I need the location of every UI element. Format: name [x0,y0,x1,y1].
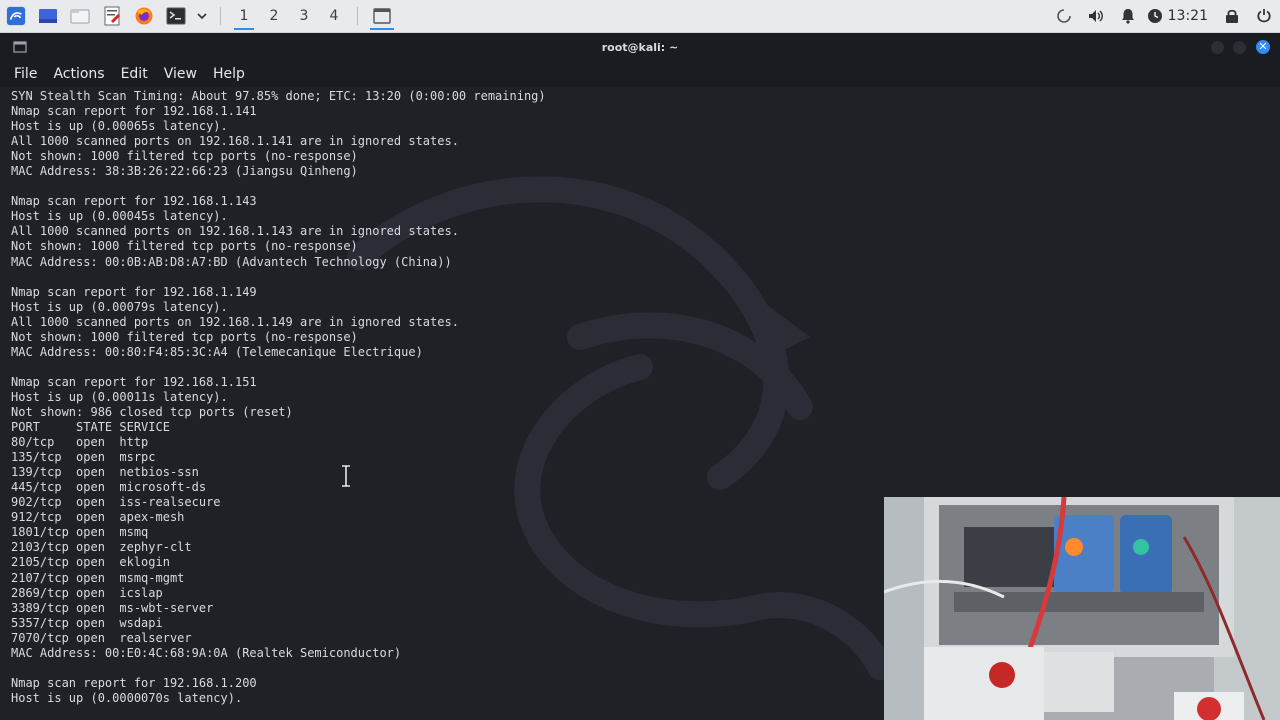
active-window-indicator [370,28,394,30]
bell-icon [1118,6,1138,26]
launcher-dropdown-button[interactable] [192,0,212,32]
menu-bar: File Actions Edit View Help [0,61,1280,87]
terminal-line: PORT STATE SERVICE [11,420,170,435]
taskbar-window-terminal[interactable] [366,0,398,32]
clock-widget[interactable] [1144,0,1166,32]
workspace-4[interactable]: 4 [319,0,349,32]
volume-control[interactable] [1080,0,1112,32]
workspace-3[interactable]: 3 [289,0,319,32]
terminal-line: MAC Address: 00:80:F4:85:3C:A4 (Telemeca… [11,344,423,359]
taskbar-separator [357,7,358,25]
terminal-line: All 1000 scanned ports on 192.168.1.141 … [11,134,459,149]
network-status[interactable] [1048,0,1080,32]
terminal-line: All 1000 scanned ports on 192.168.1.149 … [11,314,459,329]
terminal-window-icon [372,6,392,26]
volume-icon [1086,6,1106,26]
maximize-button[interactable] [1233,41,1246,54]
menu-file[interactable]: File [14,66,37,82]
kali-menu-icon [6,6,26,26]
firefox-button[interactable] [128,0,160,32]
workspace-2[interactable]: 2 [259,0,289,32]
terminal-lines: SYN Stealth Scan Timing: About 97.85% do… [11,89,546,706]
terminal-line: Nmap scan report for 192.168.1.151 [11,374,257,389]
menu-help[interactable]: Help [213,66,245,82]
terminal-line: Host is up (0.00011s latency). [11,389,228,404]
terminal-line: Not shown: 1000 filtered tcp ports (no-r… [11,239,358,254]
text-cursor-icon [342,465,350,487]
terminal-line: 3389/tcp open ms-wbt-server [11,600,214,615]
terminal-line: 135/tcp open msrpc [11,450,156,465]
menu-actions[interactable]: Actions [53,66,104,82]
kali-menu-button[interactable] [0,0,32,32]
minimize-button[interactable] [1211,41,1224,54]
notifications[interactable] [1112,0,1144,32]
terminal-line: Host is up (0.00079s latency). [11,299,228,314]
terminal-line: MAC Address: 00:E0:4C:68:9A:0A (Realtek … [11,645,402,660]
terminal-line: Host is up (0.00045s latency). [11,209,228,224]
terminal-line: MAC Address: 00:0B:AB:D8:A7:BD (Advantec… [11,254,452,269]
clock-time: 13:21 [1167,8,1208,24]
terminal-line: 2103/tcp open zephyr-clt [11,540,192,555]
terminal-line: Host is up (0.00065s latency). [11,119,228,134]
terminal-line: 7070/tcp open realserver [11,630,192,645]
terminal-line: Not shown: 1000 filtered tcp ports (no-r… [11,149,358,164]
terminal-line: Not shown: 986 closed tcp ports (reset) [11,404,293,419]
workspace-1[interactable]: 1 [229,0,259,32]
terminal-line: Nmap scan report for 192.168.1.149 [11,284,257,299]
terminal-line: Host is up (0.0000070s latency). [11,690,243,705]
terminal-line: Nmap scan report for 192.168.1.143 [11,194,257,209]
loading-icon [1054,6,1074,26]
lock-screen-button[interactable] [1216,0,1248,32]
terminal-line: SYN Stealth Scan Timing: About 97.85% do… [11,89,546,103]
terminal-line: Nmap scan report for 192.168.1.141 [11,104,257,119]
window-title: root@kali: ~ [601,40,679,54]
terminal-line: 912/tcp open apex-mesh [11,510,185,525]
terminal-line: Nmap scan report for 192.168.1.200 [11,675,257,690]
window-titlebar[interactable]: root@kali: ~ ✕ [0,33,1280,61]
terminal-line: 139/tcp open netbios-ssn [11,465,199,480]
terminal-line: 1801/tcp open msmq [11,525,149,540]
plc-hardware-photo [884,497,1280,720]
terminal-line: 80/tcp open http [11,435,149,450]
close-button[interactable]: ✕ [1256,40,1270,54]
terminal-line: Not shown: 1000 filtered tcp ports (no-r… [11,329,358,344]
terminal-line: All 1000 scanned ports on 192.168.1.143 … [11,224,459,239]
terminal-icon [166,6,186,26]
folder-icon [70,6,90,26]
terminal-line: 2105/tcp open eklogin [11,555,170,570]
terminal-line: 5357/tcp open wsdapi [11,615,163,630]
terminal-line: MAC Address: 38:3B:26:22:66:23 (Jiangsu … [11,164,358,179]
window-menu-icon[interactable] [12,39,28,55]
terminal-line: 2107/tcp open msmq-mgmt [11,570,185,585]
text-editor-button[interactable] [96,0,128,32]
menu-edit[interactable]: Edit [121,66,148,82]
webcam-overlay [884,497,1280,720]
show-desktop-button[interactable] [32,0,64,32]
terminal-line: 2869/tcp open icslap [11,585,163,600]
taskbar-separator [220,7,221,25]
terminal-line: 445/tcp open microsoft-ds [11,480,207,495]
power-icon [1254,6,1274,26]
lock-icon [1222,6,1242,26]
chevron-down-icon [192,6,212,26]
file-manager-button[interactable] [64,0,96,32]
terminal-line: 902/tcp open iss-realsecure [11,495,221,510]
text-editor-icon [102,6,122,26]
desktop-icon [38,6,58,26]
top-panel: 1 2 3 4 13:21 [0,0,1280,33]
power-button[interactable] [1248,0,1280,32]
close-icon: ✕ [1258,40,1268,53]
firefox-icon [134,6,154,26]
terminal-launcher-button[interactable] [160,0,192,32]
clock-icon [1145,6,1165,26]
menu-view[interactable]: View [164,66,197,82]
